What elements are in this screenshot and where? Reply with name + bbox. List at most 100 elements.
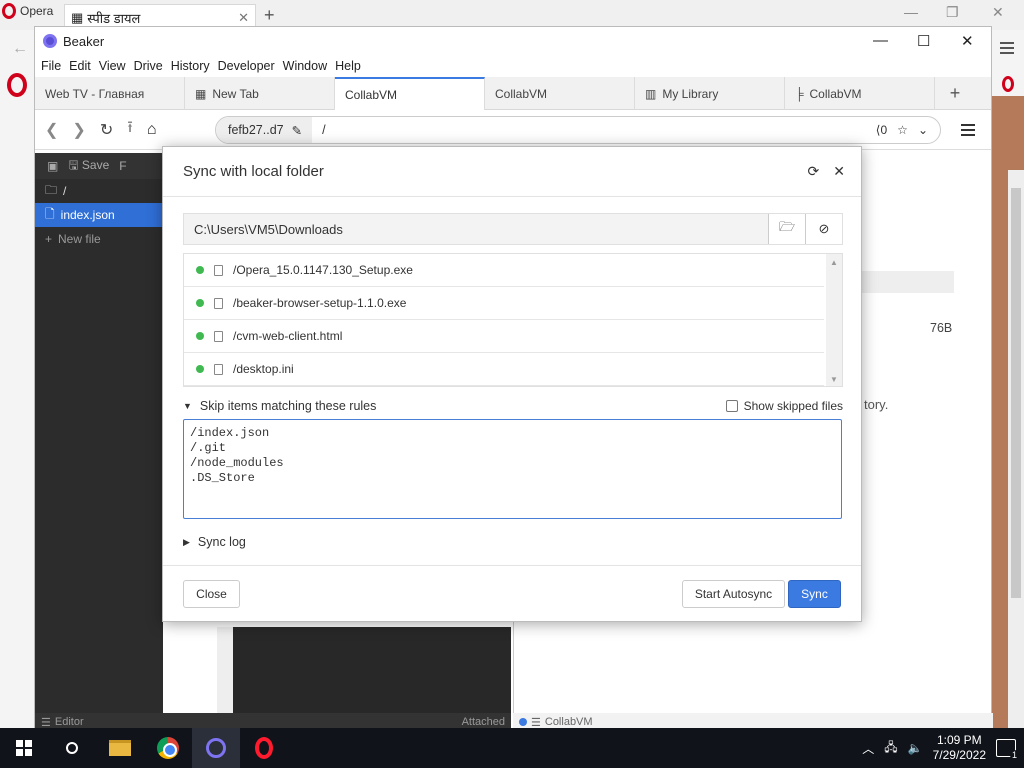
new-tab-button[interactable]: + [935,77,975,109]
sync-log-toggle[interactable]: ▶ Sync log [183,535,246,549]
clock[interactable]: 1:09 PM 7/29/2022 [933,733,986,763]
skip-rules-textarea[interactable]: /index.json /.git /node_modules .DS_Stor… [183,419,842,519]
volume-icon[interactable]: 🔈 [908,741,923,755]
save-label: Save [81,157,110,172]
save-button[interactable]: 🖫 Save [68,156,109,177]
pencil-icon[interactable]: ✎ [292,123,302,138]
back-arrow-icon[interactable]: ← [12,40,28,58]
windows-icon [16,740,32,756]
opera-logo-icon[interactable] [1002,76,1014,92]
chevron-down-icon[interactable]: ⌄ [918,123,928,137]
status-dot [196,266,204,274]
window-title: Beaker [63,33,105,49]
tab-web-tv[interactable]: Web TV - Главная [35,77,185,110]
tab-collabvm-active[interactable]: CollabVM [335,77,485,110]
share-icon[interactable]: ⟨0 [876,123,887,137]
tab-my-library[interactable]: ▥ My Library [635,77,785,110]
page-scrollbar[interactable] [1008,170,1024,730]
folder-path-field[interactable]: C:\Users\VM5\Downloads 🗁 ⊘ [183,213,843,245]
close-button[interactable]: Close [183,580,240,608]
skip-rules-label[interactable]: Skip items matching these rules [200,399,376,413]
menu-history[interactable]: History [169,59,216,73]
start-button[interactable] [0,728,48,768]
menu-icon[interactable] [1000,42,1014,44]
star-icon[interactable]: ☆ [897,123,908,137]
back-icon[interactable]: ❮ [45,120,58,140]
file-explorer-button[interactable] [96,728,144,768]
opera-icon [255,737,273,759]
opera-logo-icon [2,3,16,19]
folder-path: C:\Users\VM5\Downloads [194,221,343,237]
network-icon[interactable]: 🖧 [884,738,897,759]
editor-toolbar-extra[interactable]: F [119,159,126,173]
status-dot [196,299,204,307]
reload-icon[interactable]: ↻ [100,120,113,140]
layout-icon[interactable]: ▣ [47,159,58,173]
triangle-down-icon[interactable]: ▼ [183,401,192,411]
minimize-icon[interactable]: — [904,4,918,20]
scroll-up-icon[interactable]: ▲ [830,258,838,267]
editor-code-area[interactable] [233,627,511,715]
chrome-button[interactable] [144,728,192,768]
tab-collabvm[interactable]: CollabVM [485,77,635,110]
list-item[interactable]: /Opera_15.0.1147.130_Setup.exe [184,254,824,287]
home-icon[interactable]: ⌂ [147,121,157,139]
status-dot [196,365,204,373]
start-autosync-button[interactable]: Start Autosync [682,580,785,608]
menu-icon[interactable] [961,124,975,126]
status-dot [196,332,204,340]
file-index-json[interactable]: 🗋 index.json [35,203,163,227]
file-path: /beaker-browser-setup-1.1.0.exe [233,296,407,310]
opera-logo-icon[interactable] [7,73,27,97]
menu-drive[interactable]: Drive [132,59,169,73]
folder-open-icon[interactable]: 🗁 [768,214,805,244]
file-icon [214,330,223,342]
menu-edit[interactable]: Edit [67,59,97,73]
file-list-scrollbar[interactable]: ▲ ▼ [826,254,842,386]
folder-root[interactable]: 🗀 / [35,179,163,203]
scrollbar-thumb[interactable] [1011,188,1021,598]
list-item[interactable]: /desktop.ini [184,353,824,386]
menu-help[interactable]: Help [333,59,367,73]
tab-label: CollabVM [345,87,398,102]
menu-bar: File Edit View Drive History Developer W… [35,55,991,77]
show-skipped-checkbox[interactable] [725,400,738,412]
share-count: 0 [880,123,888,137]
notification-icon[interactable]: 1 [996,739,1019,760]
editor-scrollbar[interactable] [217,627,233,715]
menu-icon: ☰ [531,716,541,729]
ban-icon[interactable]: ⊘ [805,214,842,244]
menu-view[interactable]: View [97,59,132,73]
chevron-up-icon[interactable]: ︿ [862,740,874,757]
close-icon[interactable]: ✕ [238,10,249,26]
list-item[interactable]: /cvm-web-client.html [184,320,824,353]
maximize-icon[interactable]: ❐ [946,4,959,21]
list-item[interactable]: /beaker-browser-setup-1.1.0.exe [184,287,824,320]
search-button[interactable] [48,728,96,768]
sync-button[interactable]: Sync [788,580,841,608]
url-path[interactable]: / [312,123,325,137]
menu-file[interactable]: File [39,59,67,73]
menu-window[interactable]: Window [281,59,333,73]
opera-new-tab-button[interactable]: + [264,5,275,26]
preview-row [862,271,954,293]
url-bar[interactable]: fefb27..d7 ✎ / ⟨0 ☆ ⌄ [215,116,941,144]
maximize-icon[interactable]: ☐ [917,32,930,50]
tab-new-tab[interactable]: ▦ New Tab [185,77,335,110]
drive-host[interactable]: fefb27..d7 ✎ [216,117,313,143]
tab-collabvm[interactable]: ╞ CollabVM [785,77,935,110]
beaker-button[interactable] [192,728,240,768]
minimize-icon[interactable]: — [873,32,888,49]
show-skipped-toggle[interactable]: Show skipped files [725,399,843,413]
scroll-down-icon[interactable]: ▼ [830,375,838,384]
close-icon[interactable]: ✕ [992,4,1004,21]
new-file-button[interactable]: + New file [35,227,163,251]
close-icon[interactable]: ✕ [833,163,845,180]
opera-button[interactable] [240,728,288,768]
up-icon[interactable]: ⭱ [127,116,133,143]
menu-developer[interactable]: Developer [216,59,281,73]
close-icon[interactable]: ✕ [961,32,974,50]
forward-icon[interactable]: ❯ [72,120,85,140]
refresh-icon[interactable]: ⟳ [808,163,820,180]
opera-menu-button[interactable]: Opera [0,0,62,22]
